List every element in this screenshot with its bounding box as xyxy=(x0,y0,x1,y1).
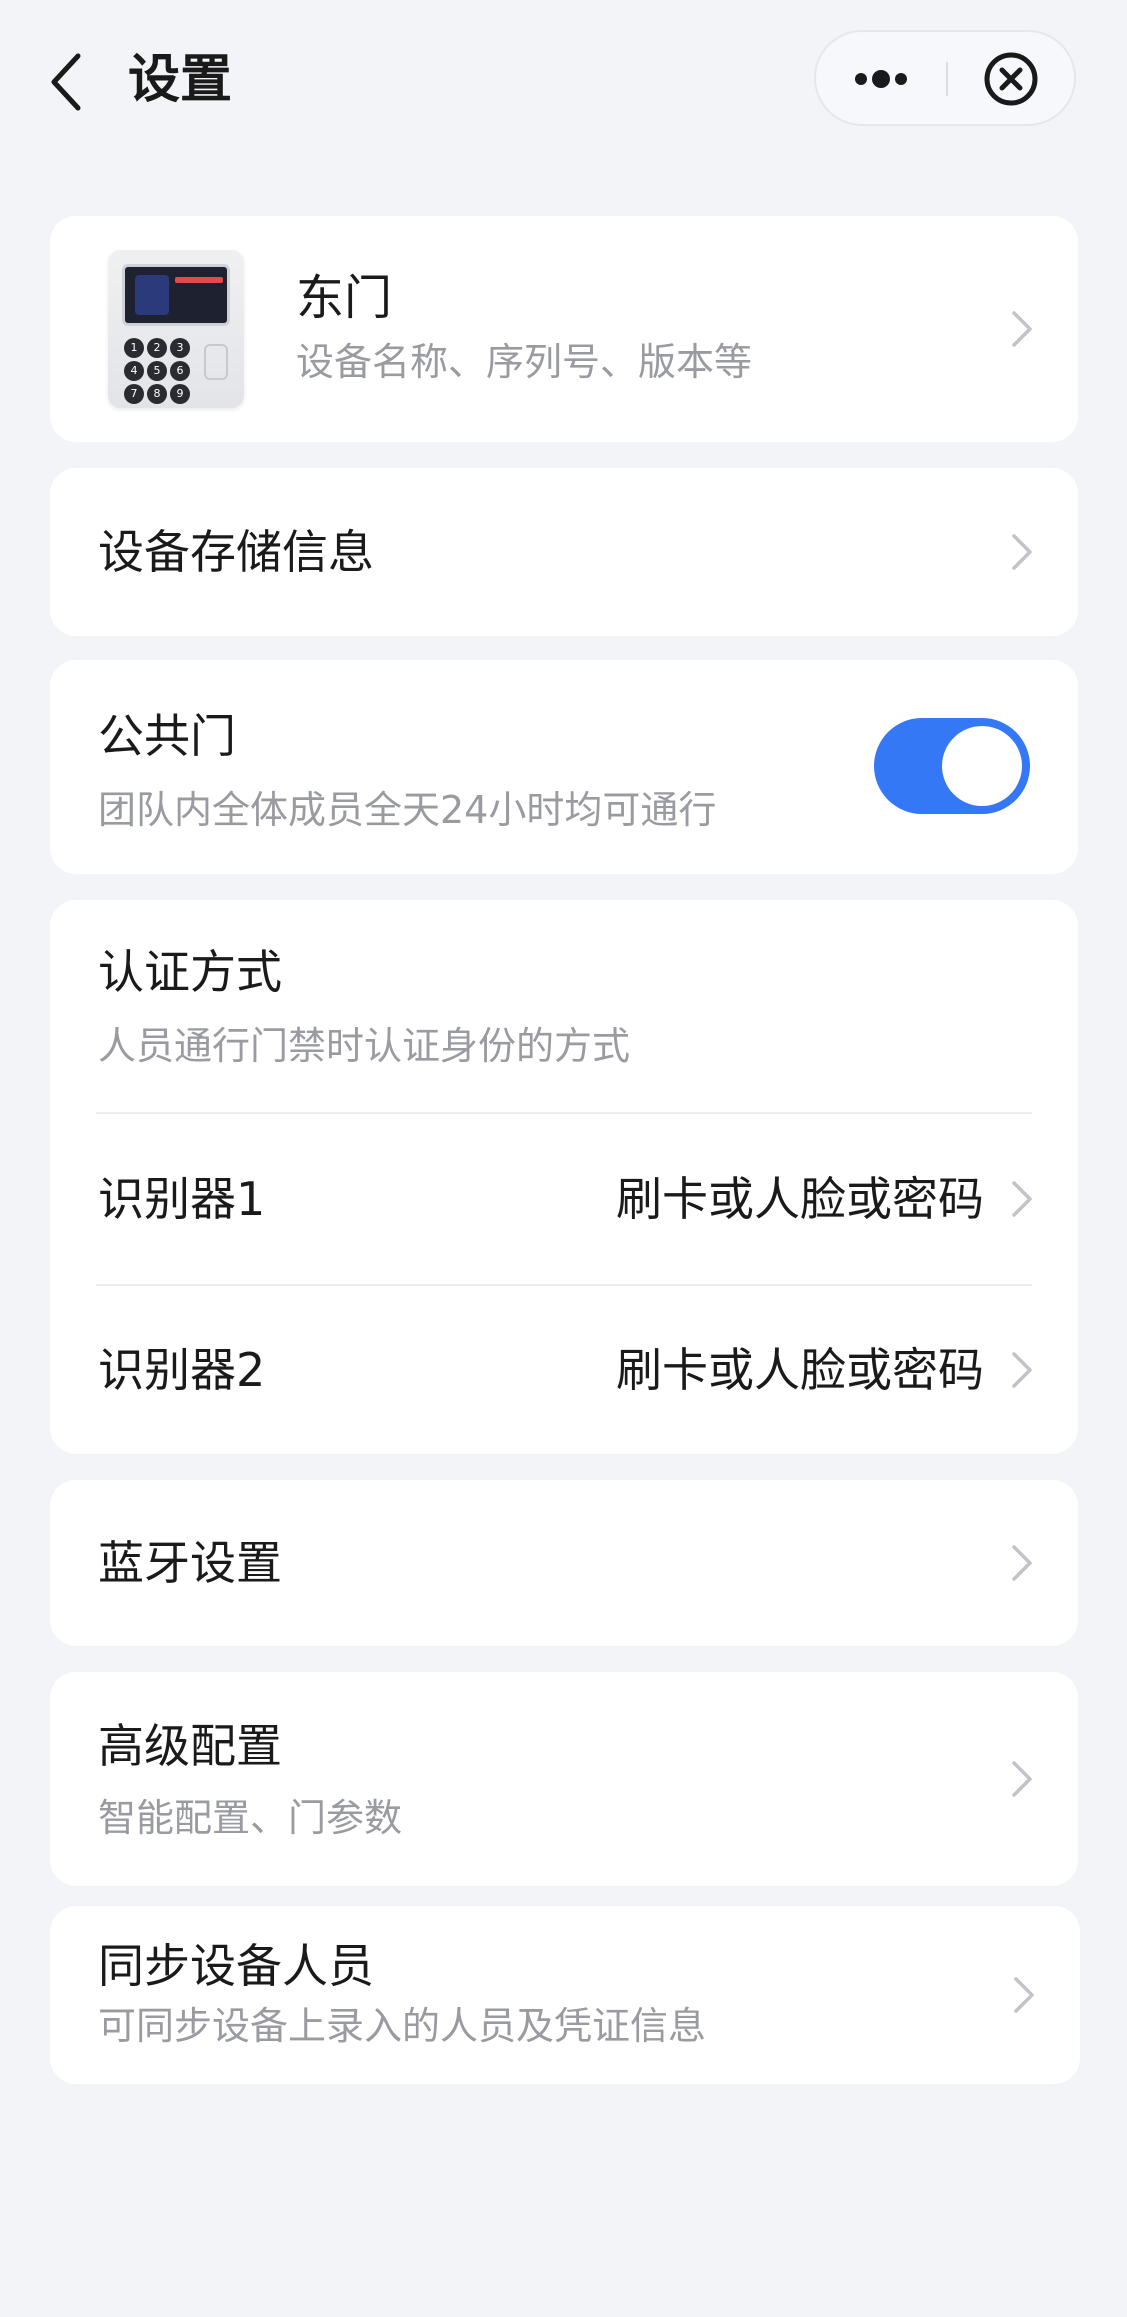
device-name: 东门 xyxy=(296,270,393,326)
settings-page: 设置 1 2 3 4 5 6 7 8 9 东门 设备名称、序列号、版本等 设备存… xyxy=(0,0,1127,2317)
chevron-left-icon xyxy=(51,53,81,111)
keypad-key: 7 xyxy=(124,384,144,404)
reader-label: 识别器2 xyxy=(98,1343,266,1397)
reader-label: 识别器1 xyxy=(98,1172,266,1226)
sync-personnel-row[interactable]: 同步设备人员 可同步设备上录入的人员及凭证信息 xyxy=(50,1906,1080,2084)
reader-row[interactable]: 识别器2 刷卡或人脸或密码 xyxy=(50,1286,1078,1454)
keypad-key: 5 xyxy=(147,361,167,381)
device-subtitle: 设备名称、序列号、版本等 xyxy=(296,340,753,384)
public-door-label: 公共门 xyxy=(98,709,236,763)
more-button[interactable] xyxy=(846,50,916,108)
chevron-right-icon xyxy=(1012,1352,1032,1388)
chevron-right-icon xyxy=(1012,1545,1032,1581)
mini-program-capsule xyxy=(814,30,1076,126)
keypad-key: 8 xyxy=(147,384,167,404)
sync-subtitle: 可同步设备上录入的人员及凭证信息 xyxy=(98,2004,707,2048)
bluetooth-settings-row[interactable]: 蓝牙设置 xyxy=(50,1480,1078,1646)
back-button[interactable] xyxy=(38,46,94,118)
sync-label: 同步设备人员 xyxy=(98,1939,374,1993)
auth-method-subtitle: 人员通行门禁时认证身份的方式 xyxy=(98,1024,631,1068)
close-button[interactable] xyxy=(976,50,1046,108)
keypad-key: 2 xyxy=(147,338,167,358)
keypad: 1 2 3 4 5 6 7 8 9 xyxy=(124,338,190,404)
device-image: 1 2 3 4 5 6 7 8 9 xyxy=(108,250,244,408)
storage-info-row[interactable]: 设备存储信息 xyxy=(50,468,1078,636)
advanced-label: 高级配置 xyxy=(98,1719,282,1773)
toggle-knob xyxy=(942,726,1022,806)
device-screen xyxy=(122,264,230,326)
chevron-right-icon xyxy=(1012,1181,1032,1217)
public-door-card: 公共门 团队内全体成员全天24小时均可通行 xyxy=(50,660,1078,874)
keypad-key: 1 xyxy=(124,338,144,358)
advanced-config-row[interactable]: 高级配置 智能配置、门参数 xyxy=(50,1672,1078,1886)
chevron-right-icon xyxy=(1012,534,1032,570)
card-reader-icon xyxy=(204,344,228,380)
public-door-toggle[interactable] xyxy=(874,718,1030,814)
advanced-subtitle: 智能配置、门参数 xyxy=(98,1796,403,1840)
capsule-divider xyxy=(946,62,948,96)
public-door-subtitle: 团队内全体成员全天24小时均可通行 xyxy=(98,788,717,832)
reader-value: 刷卡或人脸或密码 xyxy=(616,1172,984,1226)
keypad-key: 3 xyxy=(170,338,190,358)
reader-value: 刷卡或人脸或密码 xyxy=(616,1343,984,1397)
reader-row[interactable]: 识别器1 刷卡或人脸或密码 xyxy=(50,1114,1078,1284)
more-dots-icon xyxy=(855,70,907,88)
bluetooth-label: 蓝牙设置 xyxy=(98,1536,282,1590)
page-title: 设置 xyxy=(128,50,233,110)
face-icon xyxy=(135,275,169,315)
chevron-right-icon xyxy=(1014,1977,1034,2013)
auth-method-card: 认证方式 人员通行门禁时认证身份的方式 识别器1 刷卡或人脸或密码 识别器2 刷… xyxy=(50,900,1078,1454)
chevron-right-icon xyxy=(1012,311,1032,347)
storage-info-label: 设备存储信息 xyxy=(98,525,374,579)
chevron-right-icon xyxy=(1012,1761,1032,1797)
device-info-card[interactable]: 1 2 3 4 5 6 7 8 9 东门 设备名称、序列号、版本等 xyxy=(50,216,1078,442)
keypad-key: 4 xyxy=(124,361,144,381)
auth-method-label: 认证方式 xyxy=(98,945,282,999)
keypad-key: 9 xyxy=(170,384,190,404)
brand-logo xyxy=(175,277,223,283)
keypad-key: 6 xyxy=(170,361,190,381)
header: 设置 xyxy=(0,0,1127,160)
close-circle-icon xyxy=(984,52,1038,106)
